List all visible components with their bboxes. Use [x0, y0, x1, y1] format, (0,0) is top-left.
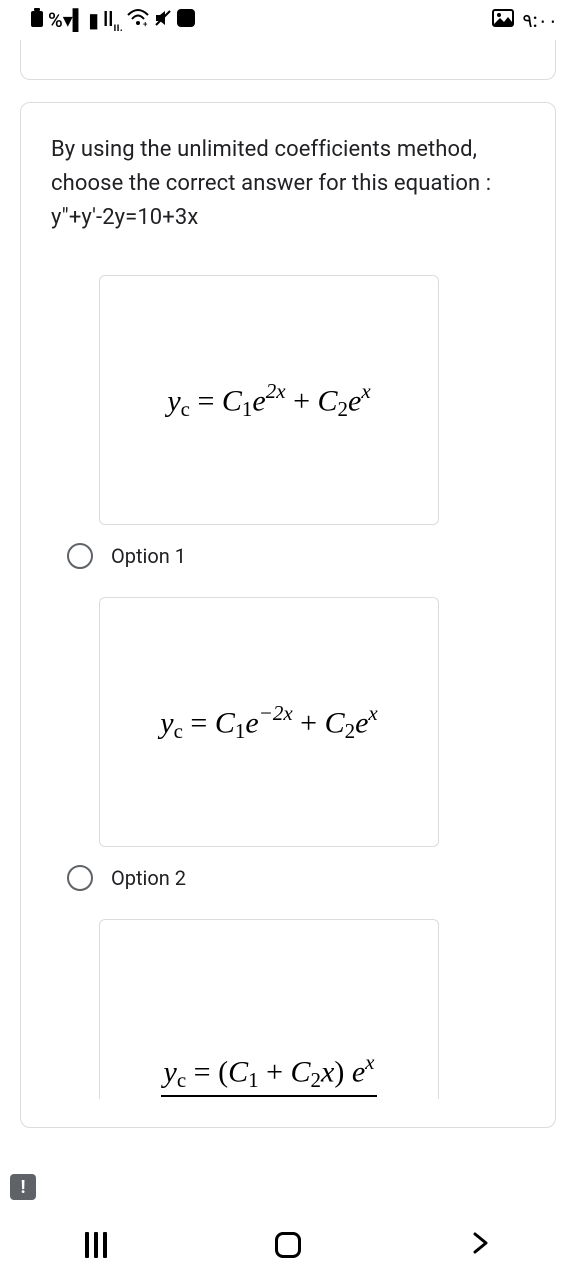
previous-card-peek: [20, 40, 556, 80]
nav-back-button[interactable]: [420, 1229, 540, 1261]
back-icon: [466, 1229, 494, 1261]
picture-icon: [492, 8, 514, 32]
opt1-exp1: 2x: [266, 379, 286, 403]
option-1[interactable]: yc = C1e2x + C2ex Option 1: [51, 275, 525, 569]
status-clock: ٩:٠٠: [522, 9, 558, 32]
battery-icon: [30, 8, 44, 33]
alert-badge-icon: !: [21, 1177, 26, 1198]
opt2-exp1: −2x: [259, 701, 293, 725]
question-card: By using the unlimited coefficients meth…: [20, 102, 556, 1128]
nav-home-button[interactable]: [228, 1232, 348, 1258]
alert-badge[interactable]: !: [10, 1174, 36, 1200]
option-1-formula: yc = C1e2x + C2ex: [167, 379, 370, 422]
option-2-radio[interactable]: [67, 865, 93, 891]
option-3-image: yc = (C1 + C2x) ex: [99, 919, 439, 1099]
opt2-exp2: x: [368, 701, 377, 725]
opt3-exp: x: [365, 1050, 374, 1074]
status-left: %▾▍▮ llıı. +: [30, 7, 195, 34]
option-2[interactable]: yc = C1e−2x + C2ex Option 2: [51, 597, 525, 891]
app-icon: [177, 8, 195, 32]
option-1-label: Option 1: [111, 544, 186, 568]
wifi-icon: +: [127, 8, 149, 32]
mute-icon: [153, 8, 173, 33]
recent-apps-icon: [85, 1232, 107, 1258]
option-1-image: yc = C1e2x + C2ex: [99, 275, 439, 525]
nav-recent-button[interactable]: [36, 1232, 156, 1258]
navigation-bar: [0, 1210, 576, 1280]
option-3[interactable]: yc = (C1 + C2x) ex: [51, 919, 525, 1099]
status-bar: %▾▍▮ llıı. + ٩:٠٠: [0, 0, 576, 40]
status-right: ٩:٠٠: [492, 8, 558, 32]
svg-text:+: +: [143, 20, 148, 27]
option-3-formula: yc = (C1 + C2x) ex: [161, 1050, 376, 1097]
option-2-formula: yc = C1e−2x + C2ex: [160, 701, 378, 744]
option-2-label: Option 2: [111, 866, 186, 890]
status-percent: %▾▍▮: [48, 8, 99, 32]
opt1-exp2: x: [361, 379, 370, 403]
content-area: By using the unlimited coefficients meth…: [0, 40, 576, 1210]
home-icon: [275, 1232, 301, 1258]
question-text: By using the unlimited coefficients meth…: [51, 133, 525, 235]
option-2-image: yc = C1e−2x + C2ex: [99, 597, 439, 847]
option-1-radio[interactable]: [67, 543, 93, 569]
